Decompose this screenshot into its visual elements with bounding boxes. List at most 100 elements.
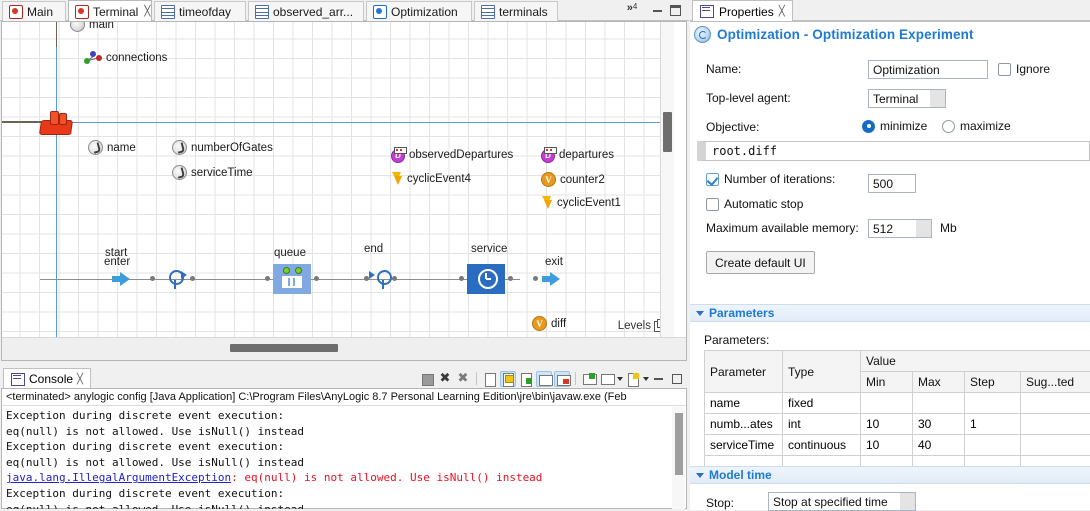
tab-observed-arr[interactable]: observed_arr...	[248, 1, 364, 21]
cell-suggested[interactable]	[1021, 414, 1090, 435]
automatic-stop-checkbox[interactable]	[706, 198, 719, 211]
table-row[interactable]: serviceTime continuous 10 40	[705, 435, 1090, 456]
combo-arrow-icon[interactable]	[930, 90, 945, 107]
cell-parameter[interactable]: numb...ates	[705, 414, 783, 435]
scrollbar-thumb[interactable]	[663, 112, 672, 152]
ignore-checkbox[interactable]	[998, 63, 1011, 76]
objective-expression-editor[interactable]: root.diff	[697, 141, 1090, 161]
iterations-field[interactable]: 500	[868, 174, 916, 193]
cell-max[interactable]	[913, 393, 965, 414]
scrollbar-thumb[interactable]	[675, 413, 683, 475]
create-default-ui-button[interactable]: Create default UI	[706, 251, 815, 274]
name-field[interactable]: Optimization	[868, 60, 988, 79]
diagram-canvas[interactable]: main connections name	[1, 21, 687, 361]
iterations-checkbox[interactable]	[706, 173, 719, 186]
cell-step[interactable]	[965, 393, 1021, 414]
th-step[interactable]: Step	[965, 372, 1021, 393]
canvas-label-diff[interactable]: V diff	[532, 316, 566, 331]
th-suggested[interactable]: Sug...ted	[1021, 372, 1090, 393]
close-icon[interactable]: ╳	[144, 6, 150, 17]
canvas-label-numberofgates[interactable]: numberOfGates	[172, 140, 273, 155]
open-console-icon[interactable]	[581, 371, 597, 387]
tab-terminals[interactable]: terminals	[474, 1, 558, 21]
levels-button[interactable]: Levels	[618, 320, 666, 332]
minimize-icon[interactable]	[652, 5, 663, 16]
canvas-vertical-scrollbar[interactable]	[660, 22, 674, 338]
canvas-label-name[interactable]: name	[88, 140, 136, 155]
flow-block-exit[interactable]	[542, 272, 560, 286]
flow-block-start[interactable]	[167, 268, 191, 290]
ignore-checkbox-row[interactable]: Ignore	[998, 62, 1050, 76]
tab-properties[interactable]: Properties ╳	[692, 0, 793, 22]
cell-step[interactable]	[965, 435, 1021, 456]
show-console-on-output-icon[interactable]	[518, 371, 534, 387]
canvas-label-departures[interactable]: D departures	[541, 148, 614, 161]
cell-parameter[interactable]: serviceTime	[705, 435, 783, 456]
cell-max[interactable]: 40	[913, 435, 965, 456]
scroll-lock-icon[interactable]	[500, 371, 516, 387]
tab-timeofday[interactable]: timeofday	[154, 1, 246, 21]
canvas-label-observeddepartures[interactable]: D observedDepartures	[391, 148, 513, 161]
twisty-down-icon[interactable]	[696, 473, 704, 478]
th-max[interactable]: Max	[913, 372, 965, 393]
console-vertical-scrollbar[interactable]	[672, 407, 685, 509]
combo-arrow-icon[interactable]	[900, 493, 915, 510]
scrollbar-thumb[interactable]	[230, 344, 338, 352]
flow-block-queue[interactable]	[273, 264, 311, 294]
twisty-down-icon[interactable]	[696, 311, 704, 316]
section-header-model-time[interactable]: Model time	[690, 466, 1090, 484]
canvas-label-counter2[interactable]: V counter2	[541, 172, 605, 187]
cell-max[interactable]: 30	[913, 414, 965, 435]
canvas-label-servicetime[interactable]: serviceTime	[172, 165, 253, 180]
exception-link[interactable]: java.lang.IllegalArgumentException	[6, 471, 231, 484]
parameters-table[interactable]: Parameter Type Value Min Max Step Sug...…	[704, 350, 1090, 477]
canvas-label-cyclicevent1[interactable]: cyclicEvent1	[541, 196, 621, 210]
terminate-icon[interactable]	[419, 371, 435, 387]
tab-terminal[interactable]: Terminal ╳	[68, 0, 152, 22]
table-row[interactable]: numb...ates int 10 30 1	[705, 414, 1090, 435]
minimize-icon[interactable]	[651, 371, 667, 387]
th-min[interactable]: Min	[861, 372, 913, 393]
chevron-down-icon[interactable]	[643, 377, 649, 381]
tab-overflow-button[interactable]: »4	[619, 2, 645, 20]
canvas-horizontal-scrollbar[interactable]	[2, 337, 687, 360]
cell-type[interactable]: continuous	[783, 435, 861, 456]
objective-maximize-radio-row[interactable]: maximize	[942, 119, 1011, 133]
objective-minimize-radio[interactable]	[862, 120, 875, 133]
remove-all-launches-icon[interactable]: ✖	[455, 371, 471, 387]
flow-block-service[interactable]	[467, 264, 505, 294]
close-icon[interactable]: ╳	[779, 6, 785, 17]
stop-combo[interactable]: Stop at specified time	[768, 492, 916, 511]
cell-parameter[interactable]: name	[705, 393, 783, 414]
agent-origin-icon[interactable]	[38, 110, 74, 136]
display-selected-console-icon[interactable]	[554, 371, 570, 387]
cell-min[interactable]: 10	[861, 414, 913, 435]
th-type[interactable]: Type	[783, 351, 861, 393]
flow-block-end[interactable]	[369, 268, 393, 290]
tab-main[interactable]: Main	[2, 1, 66, 21]
cell-suggested[interactable]	[1021, 435, 1090, 456]
new-console-view-icon[interactable]	[625, 371, 641, 387]
objective-minimize-radio-row[interactable]: minimize	[862, 119, 927, 133]
canvas-label-main[interactable]: main	[70, 21, 114, 32]
maximize-icon[interactable]	[670, 5, 681, 16]
cell-suggested[interactable]	[1021, 393, 1090, 414]
cell-type[interactable]: int	[783, 414, 861, 435]
tab-console[interactable]: Console ╳	[3, 368, 91, 389]
cell-step[interactable]: 1	[965, 414, 1021, 435]
automatic-stop-checkbox-row[interactable]: Automatic stop	[706, 197, 803, 211]
table-row[interactable]: name fixed	[705, 393, 1090, 414]
flow-block-enter[interactable]	[112, 272, 130, 286]
cell-type[interactable]: fixed	[783, 393, 861, 414]
canvas-label-connections[interactable]: connections	[84, 51, 167, 65]
toplevel-agent-combo[interactable]: Terminal	[868, 89, 946, 108]
combo-arrow-icon[interactable]	[916, 220, 931, 237]
canvas-label-cyclicevent4[interactable]: cyclicEvent4	[391, 172, 471, 186]
display-console-dropdown-icon[interactable]	[599, 371, 615, 387]
cell-min[interactable]	[861, 393, 913, 414]
memory-combo[interactable]: 512	[868, 219, 932, 238]
th-parameter[interactable]: Parameter	[705, 351, 783, 393]
chevron-down-icon[interactable]	[617, 377, 623, 381]
console-output[interactable]: Exception during discrete event executio…	[2, 407, 671, 509]
section-header-parameters[interactable]: Parameters	[690, 304, 1090, 322]
